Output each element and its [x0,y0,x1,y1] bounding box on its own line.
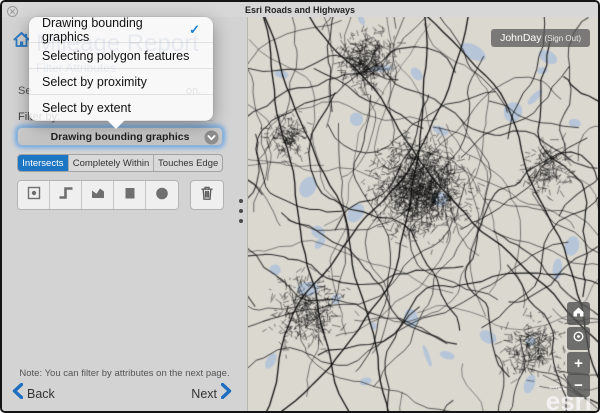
chevron-right-icon [221,383,232,404]
popover-item-drawing-bounding-graphics[interactable]: Drawing bounding graphics ✓ [29,17,213,43]
popover-caret [107,120,125,129]
draw-tool-group [17,180,179,210]
mileage-report-panel: Mileage Report Filter Attributes Se on. … [2,17,247,411]
polyline-tool-button[interactable] [50,181,82,209]
map-home-button[interactable] [567,302,590,325]
back-button[interactable]: Back [12,383,55,404]
popover-item-label: Drawing bounding graphics [42,16,189,44]
polygon-icon [89,184,107,207]
zoom-out-button[interactable]: − [567,374,590,397]
app-window: Esri Roads and Highways Mileage Report F… [0,0,600,413]
rectangle-icon [121,184,139,207]
spatial-relation-tabs: Intersects Completely Within Touches Edg… [17,154,223,172]
popover-item-select-by-extent[interactable]: Select by extent [29,95,213,121]
dropdown-value: Drawing bounding graphics [51,131,190,143]
trash-icon [198,184,216,207]
back-label: Back [27,387,55,401]
sign-out-link: (Sign Out) [545,34,581,43]
map-view: JohnDay (Sign Out) + − [247,17,598,411]
close-icon[interactable] [7,4,18,15]
home-extent-icon [572,305,585,323]
panel-resize-handle[interactable] [239,199,243,223]
note-text: Note: You can filter by attributes on th… [2,368,247,379]
selection-method-dropdown[interactable]: Drawing bounding graphics [17,127,223,146]
chevron-left-icon [12,383,23,404]
zoom-in-button[interactable]: + [567,352,590,375]
rectangle-tool-button[interactable] [114,181,146,209]
next-button[interactable]: Next [191,383,232,404]
user-badge[interactable]: JohnDay (Sign Out) [491,29,590,47]
user-name: JohnDay [500,32,541,44]
popover-item-label: Select by extent [42,101,131,115]
tab-intersects[interactable]: Intersects [18,155,69,171]
locate-icon [572,330,585,348]
popover-item-label: Selecting polygon features [42,49,189,63]
window-title: Esri Roads and Highways [245,5,355,15]
tab-touches-edge[interactable]: Touches Edge [154,155,222,171]
map-locate-button[interactable] [567,327,590,350]
polygon-tool-button[interactable] [82,181,114,209]
popover-item-label: Select by proximity [42,75,147,89]
circle-icon [153,184,171,207]
popover-item-selecting-polygon-features[interactable]: Selecting polygon features [29,43,213,69]
point-tool-button[interactable] [18,181,50,209]
map-canvas[interactable] [248,17,598,411]
chevron-down-icon [204,130,219,145]
next-label: Next [191,387,217,401]
polyline-icon [57,184,75,207]
popover-item-select-by-proximity[interactable]: Select by proximity [29,69,213,95]
clear-graphics-button[interactable] [190,180,224,210]
tab-completely-within[interactable]: Completely Within [69,155,155,171]
point-icon [25,184,43,207]
selection-method-popover: Drawing bounding graphics ✓ Selecting po… [29,17,213,121]
circle-tool-button[interactable] [146,181,178,209]
checkmark-icon: ✓ [189,22,200,38]
